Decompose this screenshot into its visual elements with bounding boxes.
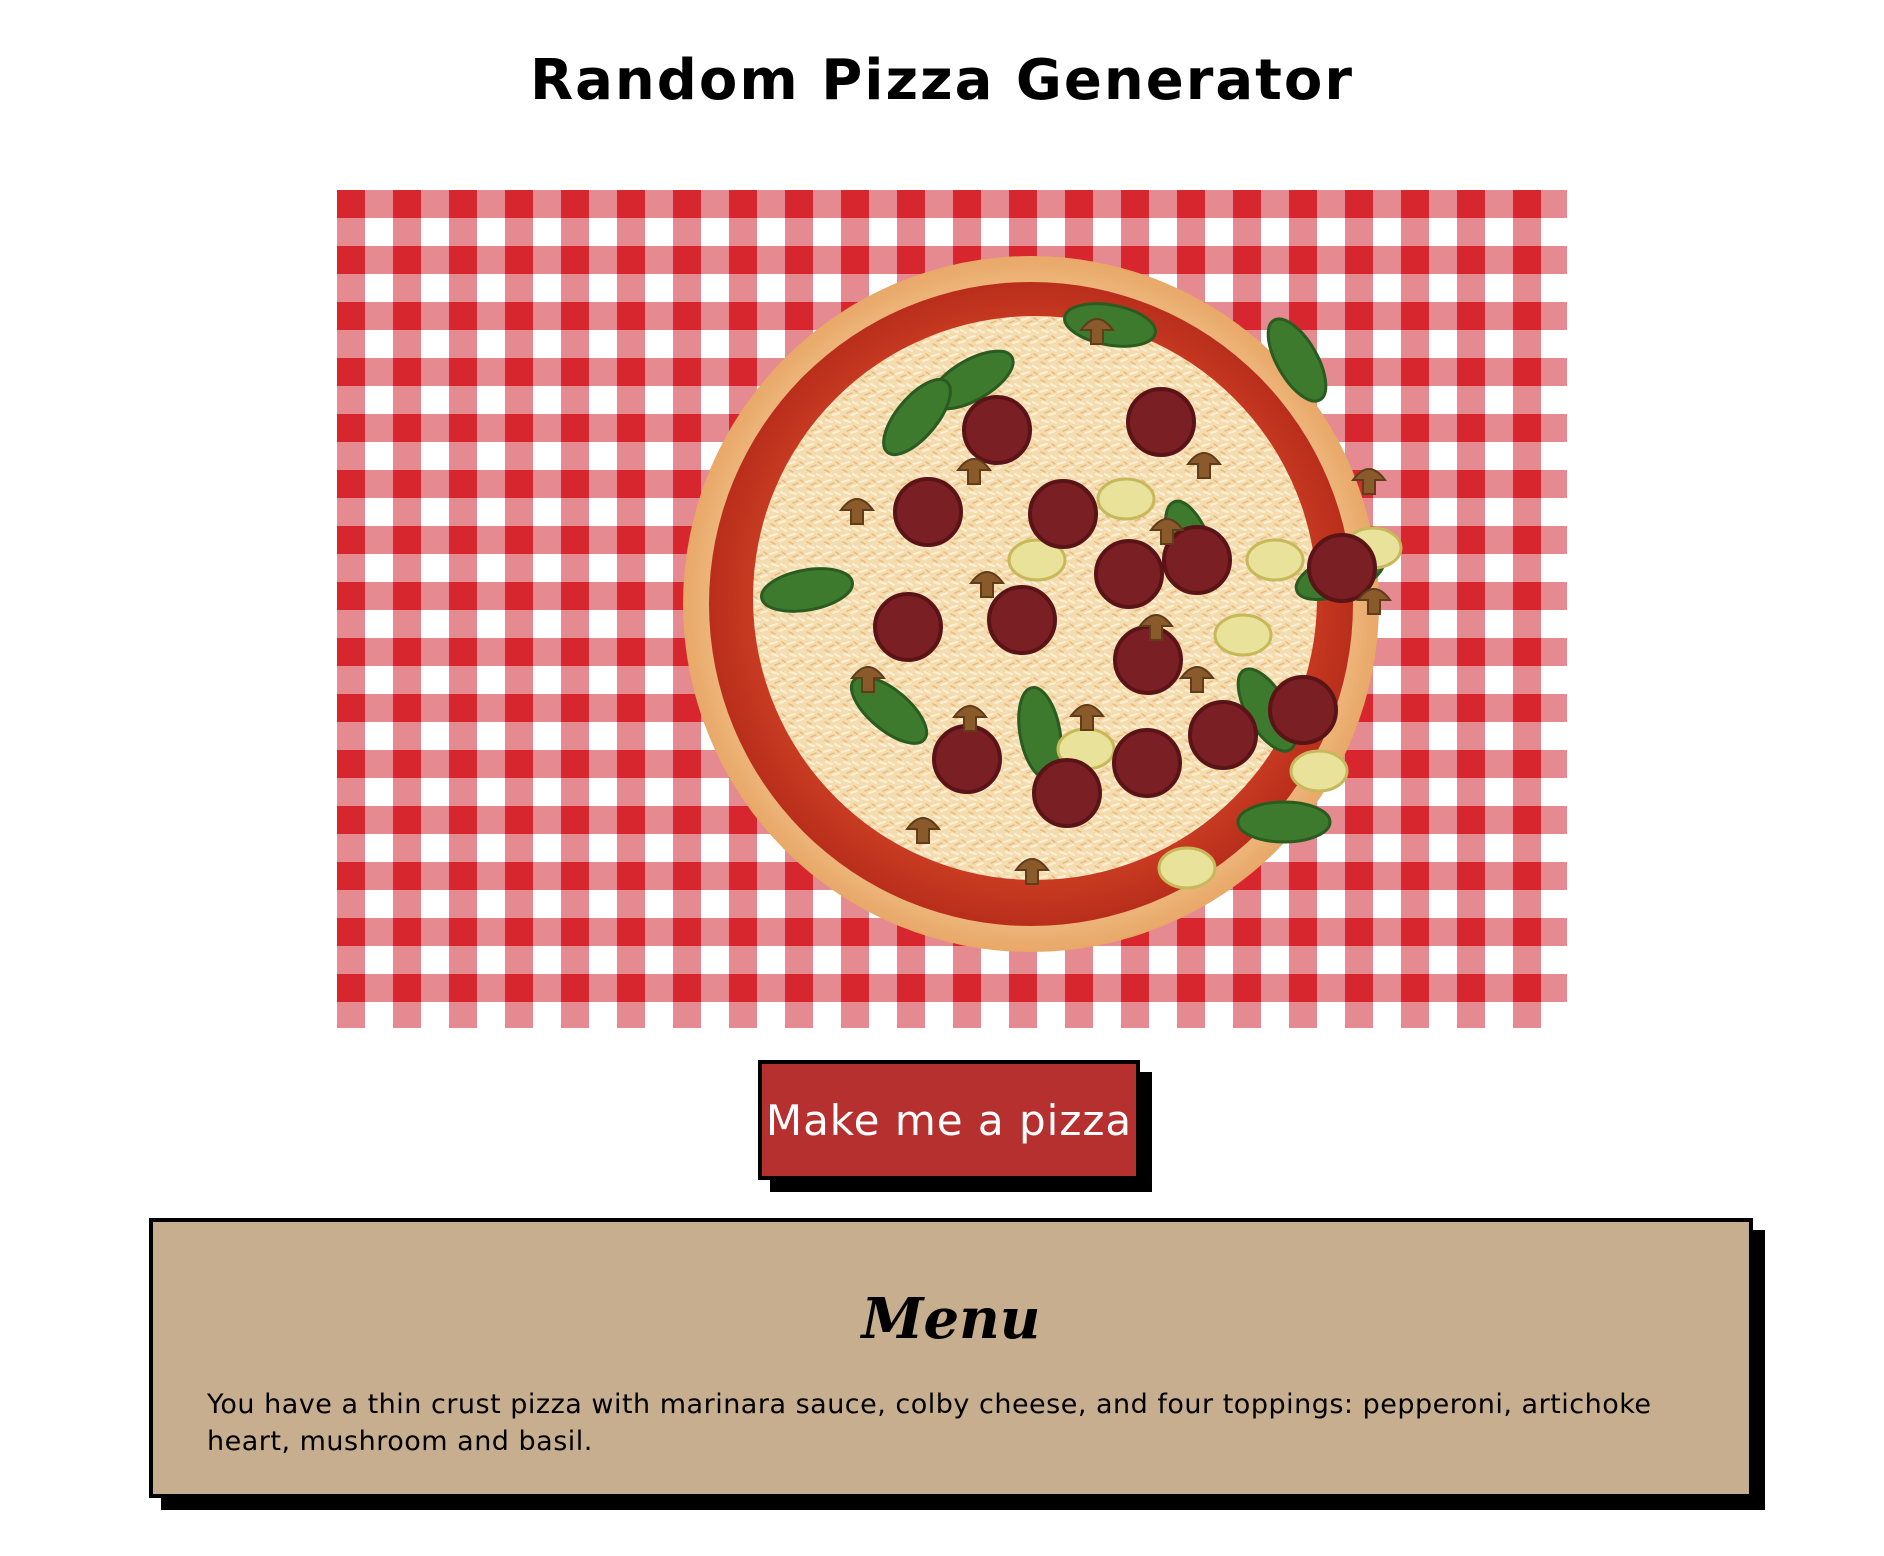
pepperoni-icon [962,395,1032,465]
pepperoni-icon [1188,700,1258,770]
pepperoni-icon [1112,728,1182,798]
pepperoni-icon [987,585,1057,655]
menu-heading: Menu [861,1286,1041,1352]
artichoke-icon [1213,613,1273,657]
artichoke-icon [1289,749,1349,793]
artichoke-icon [1245,538,1305,582]
page-title: Random Pizza Generator [530,48,1354,113]
pepperoni-icon [1032,758,1102,828]
pepperoni-icon [932,724,1002,794]
pizza-image [337,190,1567,1028]
pepperoni-icon [1126,387,1196,457]
artichoke-icon [1157,846,1217,890]
menu-description: You have a thin crust pizza with marinar… [207,1389,1652,1457]
pepperoni-icon [893,477,963,547]
basil-icon [1236,800,1332,844]
pepperoni-icon [873,592,943,662]
menu-card: Menu You have a thin crust pizza with ma… [149,1218,1753,1498]
artichoke-icon [1096,477,1156,521]
pepperoni-icon [1307,533,1377,603]
make-pizza-button[interactable]: Make me a pizza [758,1060,1140,1180]
pepperoni-icon [1113,625,1183,695]
pepperoni-icon [1094,539,1164,609]
pepperoni-icon [1268,675,1338,745]
pepperoni-icon [1028,479,1098,549]
